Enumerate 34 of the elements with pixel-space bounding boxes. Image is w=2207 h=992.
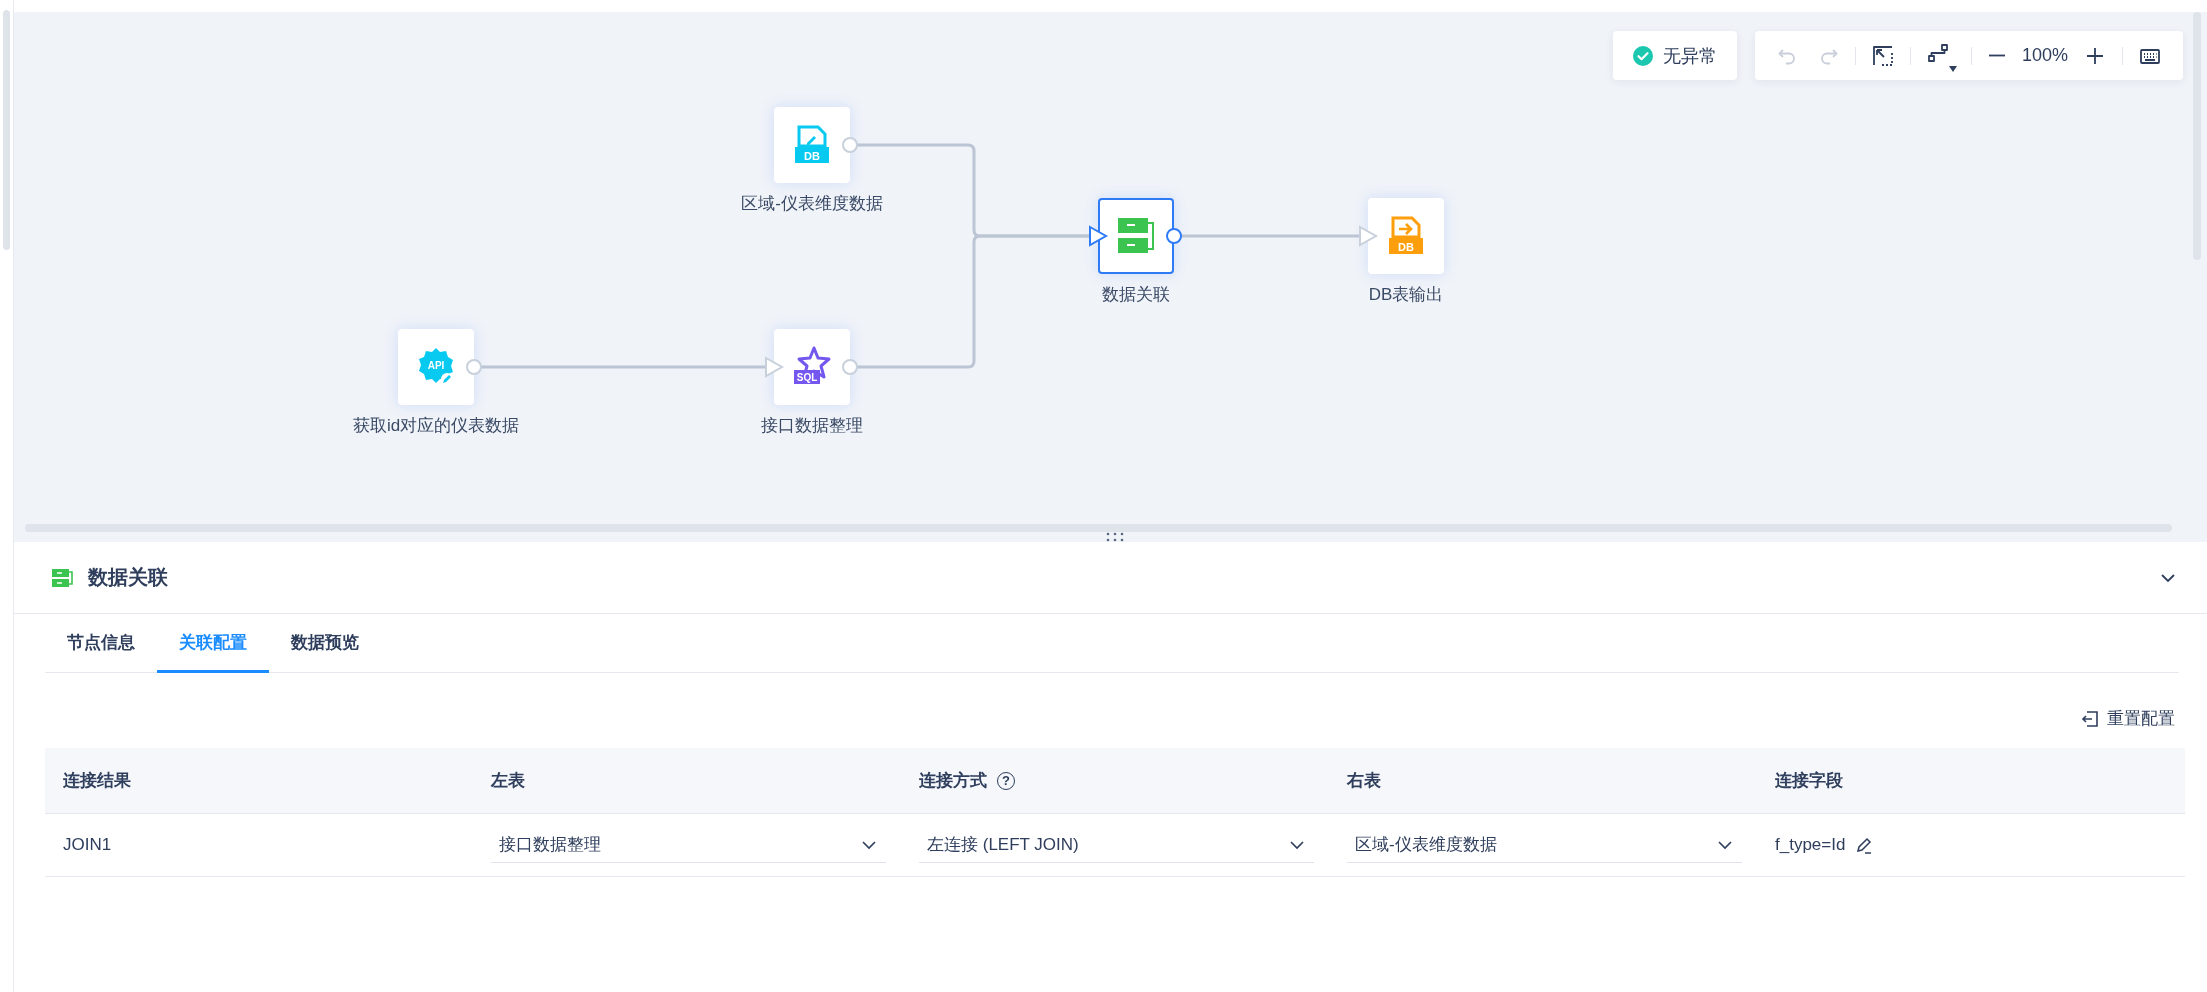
table-cell: f_type=Id xyxy=(1775,835,1846,855)
panel-title: 数据关联 xyxy=(88,565,169,590)
column-header: 连接字段 xyxy=(1775,770,1843,792)
column-header: 连接结果 xyxy=(63,770,131,792)
zoom-level: 100% xyxy=(2021,45,2068,66)
connector-route-icon xyxy=(1926,41,1949,64)
table-cell: JOIN1 xyxy=(63,835,112,855)
node-label: 区域-仪表维度数据 xyxy=(740,193,884,215)
node-label: 数据关联 xyxy=(1101,284,1171,306)
fit-view-icon xyxy=(1871,44,1894,67)
tab[interactable]: 节点信息 xyxy=(45,614,157,673)
output-port[interactable] xyxy=(1166,228,1182,244)
status-badge: 无异常 xyxy=(1612,31,1737,80)
check-circle-icon xyxy=(1632,45,1653,66)
node-label: 获取id对应的仪表数据 xyxy=(351,415,521,437)
merge-icon xyxy=(52,567,74,588)
column-header: 连接方式 xyxy=(919,770,987,792)
column-header: 左表 xyxy=(491,770,525,792)
scrollbar-thumb[interactable] xyxy=(25,524,2172,532)
input-port[interactable] xyxy=(1089,225,1109,247)
node-label: DB表输出 xyxy=(1367,284,1445,306)
scrollbar-thumb[interactable] xyxy=(2193,12,2201,260)
reset-button[interactable]: 重置配置 xyxy=(2081,707,2175,730)
caret-down-icon xyxy=(1948,65,1957,72)
edit-icon[interactable] xyxy=(1855,836,1874,854)
drag-handle-icon[interactable] xyxy=(1106,532,1124,542)
node-card[interactable]: SQL xyxy=(774,329,850,405)
zoom-out-icon xyxy=(1987,54,2006,57)
tab[interactable]: 数据预览 xyxy=(269,614,381,673)
node-card[interactable] xyxy=(1098,198,1174,274)
node-label: 接口数据整理 xyxy=(760,415,864,437)
column-header: 右表 xyxy=(1347,770,1381,792)
reset-icon xyxy=(2081,709,2099,728)
scrollbar-thumb[interactable] xyxy=(3,10,10,250)
